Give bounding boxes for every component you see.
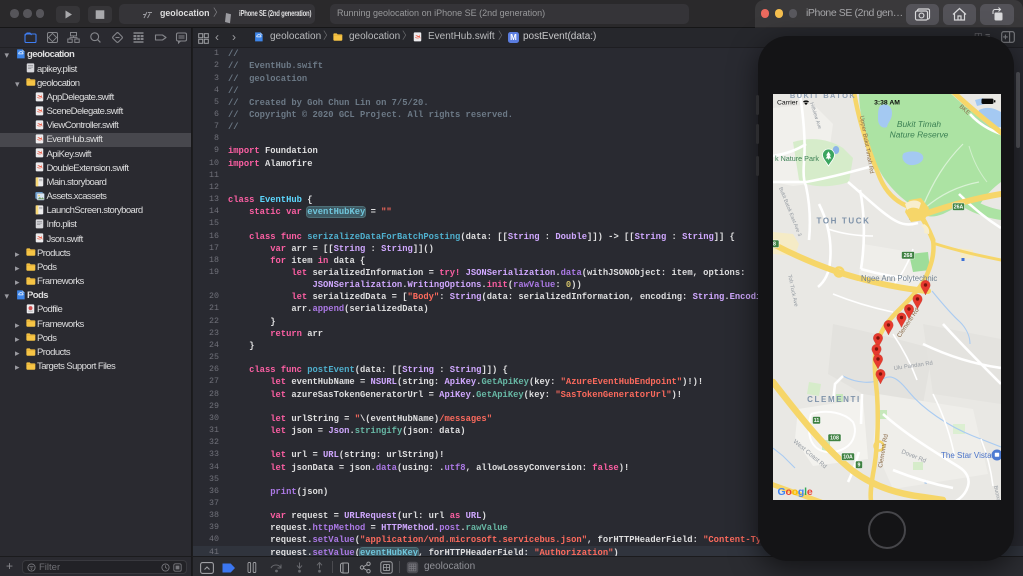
svg-text:BUKIT BATOK: BUKIT BATOK: [789, 94, 855, 100]
svg-text:Google: Google: [777, 486, 812, 498]
svg-text:26A: 26A: [953, 205, 963, 211]
svg-text:TOH TUCK: TOH TUCK: [816, 217, 870, 226]
svg-text:108: 108: [830, 436, 839, 442]
svg-text:Carrier: Carrier: [777, 100, 799, 107]
svg-text:10A: 10A: [843, 455, 853, 461]
svg-text:The Star Vista: The Star Vista: [941, 451, 992, 460]
svg-text:11: 11: [813, 418, 819, 424]
svg-text:268: 268: [903, 253, 912, 259]
svg-text:9: 9: [857, 463, 860, 469]
svg-text:k Nature Park: k Nature Park: [775, 154, 819, 163]
svg-text:Nature Reserve: Nature Reserve: [889, 130, 948, 140]
svg-text:8: 8: [773, 242, 776, 248]
svg-text:Bukit Timah: Bukit Timah: [896, 119, 940, 129]
svg-text:3:38 AM: 3:38 AM: [874, 100, 900, 107]
svg-text:CLEMENTI: CLEMENTI: [807, 395, 861, 404]
